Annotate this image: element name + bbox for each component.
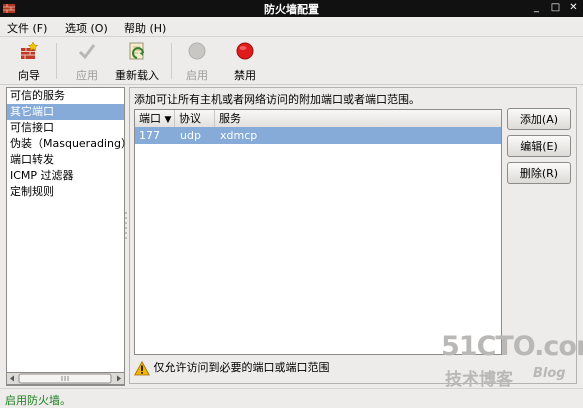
sidebar-item-masquerading[interactable]: 伪装（Masquerading） xyxy=(7,136,132,152)
scroll-left-icon[interactable] xyxy=(10,375,14,382)
window-title: 防火墙配置 xyxy=(264,3,319,16)
toolbar-separator xyxy=(56,43,57,79)
column-header-port[interactable]: 端口 ▼ xyxy=(135,110,175,127)
menu-options[interactable]: 选项 (O) xyxy=(65,20,108,36)
cell-service: xdmcp xyxy=(220,129,258,142)
apply-button[interactable]: 应用 xyxy=(70,41,104,83)
enable-label: 启用 xyxy=(186,69,208,82)
remove-button[interactable]: 删除(R) xyxy=(507,162,571,184)
disable-circle-icon xyxy=(236,42,254,60)
sidebar-item-trusted-interfaces[interactable]: 可信接口 xyxy=(7,120,124,136)
edit-button[interactable]: 编辑(E) xyxy=(507,135,571,157)
sidebar-item-custom-rules[interactable]: 定制规则 xyxy=(7,184,124,200)
ports-list: 端口 ▼ 协议 服务 177 udp xdmcp xyxy=(134,109,502,355)
title-bar: 防火墙配置 _ □ ✕ xyxy=(0,0,583,17)
apply-label: 应用 xyxy=(76,69,98,82)
close-button[interactable]: ✕ xyxy=(567,2,580,14)
scroll-right-icon[interactable] xyxy=(117,375,121,382)
sidebar-item-trusted-services[interactable]: 可信的服务 xyxy=(7,88,124,104)
pane-resize-handle[interactable] xyxy=(124,210,128,240)
sidebar-item-other-ports[interactable]: 其它端口 xyxy=(7,104,124,120)
maximize-button[interactable]: □ xyxy=(549,2,562,14)
column-protocol-label: 协议 xyxy=(179,112,201,125)
toolbar-separator xyxy=(171,43,172,79)
warning-text: 仅允许访问到必要的端口或端口范围 xyxy=(153,361,330,374)
column-port-label: 端口 xyxy=(139,112,161,125)
wizard-label: 向导 xyxy=(18,69,40,82)
category-sidebar: 可信的服务 其它端口 可信接口 伪装（Masquerading） 端口转发 IC… xyxy=(6,87,132,386)
menu-help[interactable]: 帮助 (H) xyxy=(124,20,166,36)
menu-file[interactable]: 文件 (F) xyxy=(7,20,47,36)
menu-bar: 文件 (F) 选项 (O) 帮助 (H) xyxy=(0,17,583,37)
sidebar-item-port-forwarding[interactable]: 端口转发 xyxy=(7,152,124,168)
sidebar-horizontal-scrollbar[interactable] xyxy=(6,372,125,385)
cell-port: 177 xyxy=(139,129,160,142)
sidebar-item-icmp-filter[interactable]: ICMP 过滤器 xyxy=(7,168,124,184)
status-bar: 启用防火墙。 xyxy=(0,388,583,407)
enable-button[interactable]: 启用 xyxy=(180,41,214,83)
enable-circle-icon xyxy=(188,42,206,60)
list-header: 端口 ▼ 协议 服务 xyxy=(135,110,501,128)
warning-message: 仅允许访问到必要的端口或端口范围 xyxy=(134,359,330,377)
wizard-button[interactable]: 向导 xyxy=(12,41,46,83)
minimize-button[interactable]: _ xyxy=(530,2,543,14)
reload-label: 重新载入 xyxy=(115,69,159,82)
reload-icon xyxy=(129,42,144,60)
add-button[interactable]: 添加(A) xyxy=(507,108,571,130)
warning-icon xyxy=(134,360,150,375)
disable-label: 禁用 xyxy=(234,69,256,82)
column-service-label: 服务 xyxy=(219,112,241,125)
cell-protocol: udp xyxy=(180,129,201,142)
panel-description: 添加可让所有主机或者网络访问的附加端口或者端口范围。 xyxy=(134,93,420,106)
checkmark-icon xyxy=(78,44,96,60)
column-header-protocol[interactable]: 协议 xyxy=(175,110,215,127)
wizard-icon xyxy=(21,41,39,59)
disable-button[interactable]: 禁用 xyxy=(228,41,262,83)
table-row[interactable]: 177 udp xdmcp xyxy=(135,127,501,144)
column-header-service[interactable]: 服务 xyxy=(215,110,501,127)
reload-button[interactable]: 重新载入 xyxy=(113,41,161,83)
toolbar: 向导 应用 重新载入 启用 禁用 xyxy=(0,37,583,85)
sort-down-icon: ▼ xyxy=(164,115,172,125)
